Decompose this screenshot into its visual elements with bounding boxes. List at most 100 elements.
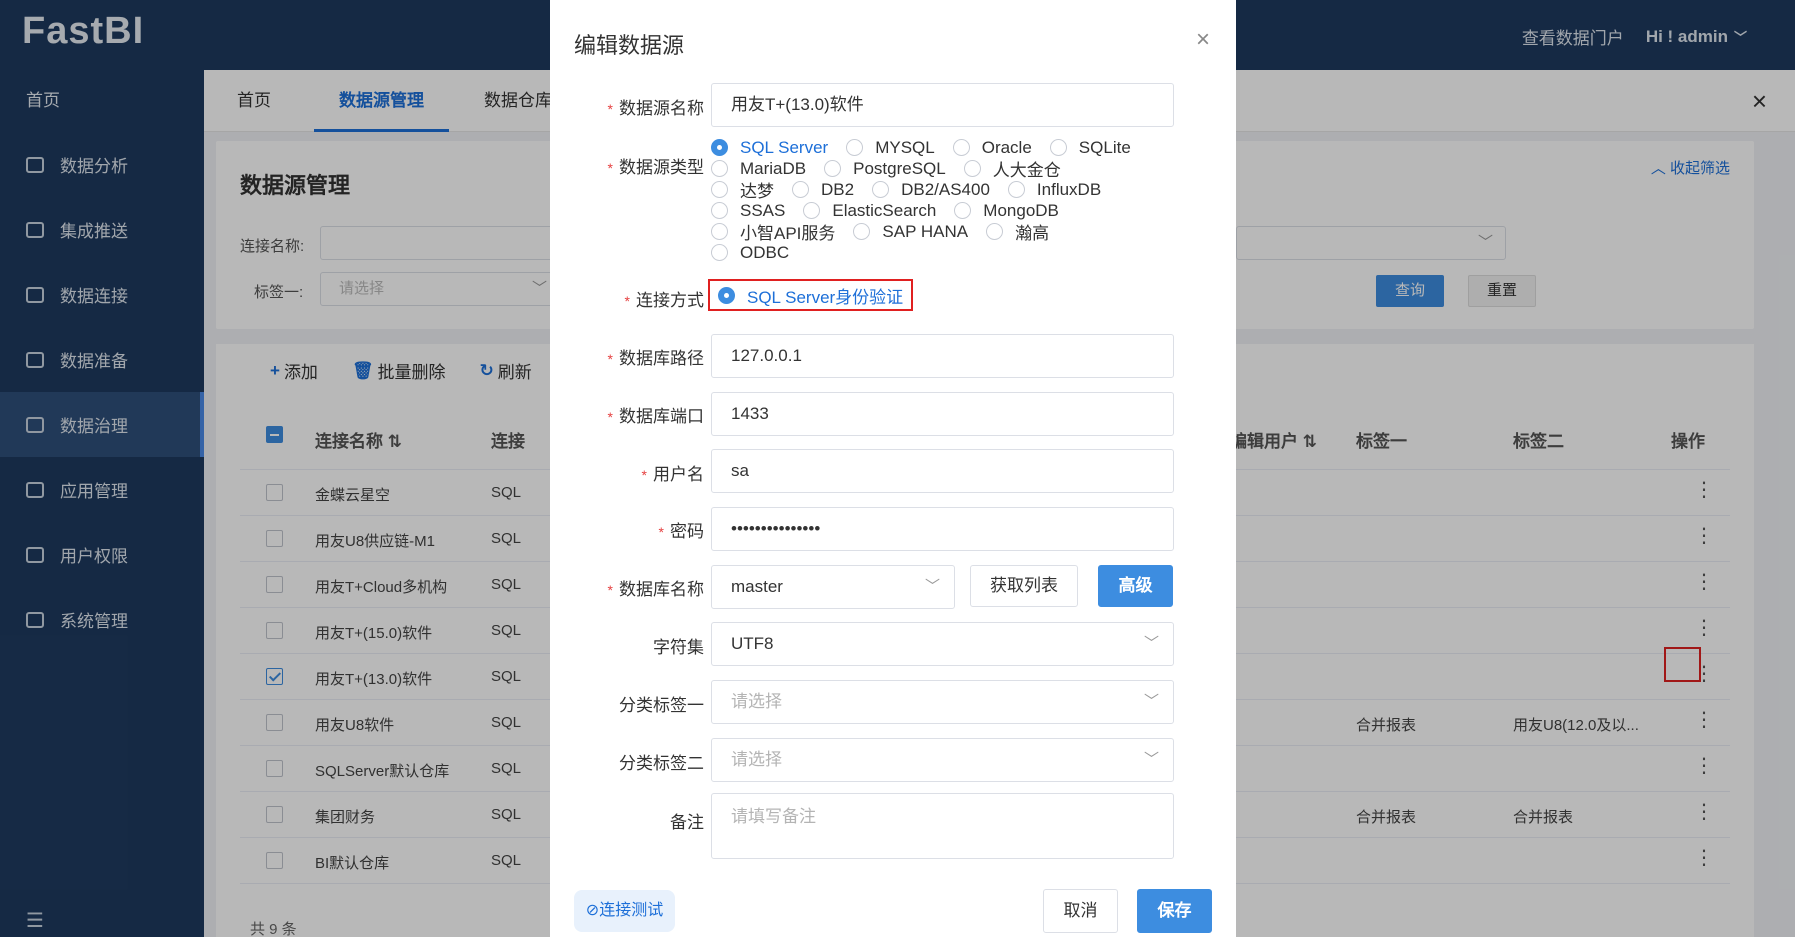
ds-type-option-label: MongoDB [983,200,1059,220]
radio-icon [711,244,728,261]
ds-type-option-label: MariaDB [740,158,807,178]
db-name-label: * 数据库名称 [607,580,704,599]
ds-type-option-label: DB2/AS400 [901,179,990,199]
ds-type-radio-option[interactable]: MariaDB [711,159,806,179]
advanced-button[interactable]: 高级 [1098,565,1173,607]
ds-type-option-label: PostgreSQL [853,158,946,178]
db-path-input[interactable]: 127.0.0.1 [711,334,1174,378]
ds-type-option-label: Oracle [981,137,1032,157]
ds-type-option-label: ODBC [740,242,790,262]
ds-type-option-label: InfluxDB [1036,179,1102,199]
cat-tag1-placeholder: 请选择 [731,692,782,711]
edit-datasource-dialog: 编辑数据源 × * 数据源名称 用友T+(13.0)软件 * 数据源类型 SQL S… [550,0,1236,937]
radio-icon [986,223,1004,240]
ds-name-label: * 数据源名称 [607,99,704,118]
radio-icon [1049,139,1067,156]
chevron-down-icon: ﹀ [924,578,940,595]
ds-type-option-label: SQL Server [740,137,829,157]
chevron-down-icon: ﹀ [1143,751,1159,768]
username-label: * 用户名 [641,465,704,484]
ds-type-option-label: 瀚高 [1015,224,1050,243]
charset-select[interactable]: UTF8 ﹀ [711,622,1174,666]
ds-type-option-label: ElasticSearch [832,200,937,220]
save-button[interactable]: 保存 [1137,889,1212,933]
ds-type-radio-option[interactable]: SQL Server [711,138,828,158]
ds-type-radio-option[interactable]: Oracle [952,137,1032,158]
ds-type-radio-row: SQL Server MYSQL Oracle SQLite [711,137,1181,158]
ds-type-option-label: 人大金仓 [992,161,1061,180]
ds-type-radio-row: MariaDB PostgreSQL 人大金仓 [711,156,1181,181]
ds-type-radio-option[interactable]: SSAS [711,201,785,221]
ds-type-radio-option[interactable]: 小智API服务 [711,219,835,244]
password-input[interactable]: ••••••••••••••• [711,507,1174,551]
radio-icon [963,160,981,177]
radio-icon [711,160,728,177]
radio-selected-icon [718,286,735,304]
ds-type-radio-option[interactable]: ElasticSearch [803,201,936,221]
radio-icon [872,181,890,198]
ds-type-radio-option[interactable]: MYSQL [846,138,935,158]
ds-type-option-label: DB2 [821,179,855,199]
ds-type-radio-row: ODBC [711,242,1181,263]
cancel-button[interactable]: 取消 [1043,889,1118,933]
username-input[interactable]: sa [711,449,1174,493]
cat-tag1-select[interactable]: 请选择 ﹀ [711,680,1174,724]
ds-type-radio-option[interactable]: 瀚高 [986,219,1049,244]
chevron-down-icon: ﹀ [1143,635,1159,652]
ds-type-radio-option[interactable]: InfluxDB [1007,179,1102,200]
ds-type-option-label: 小智API服务 [740,224,836,243]
ds-type-radio-option[interactable]: DB2/AS400 [872,180,990,200]
radio-icon [792,181,809,198]
ds-type-radio-row: 达梦 DB2 DB2/AS400 InfluxDB [711,177,1181,202]
radio-icon [711,139,728,156]
ds-type-radio-option[interactable]: MongoDB [954,201,1059,221]
link-icon: ⊘ [585,902,600,919]
cat-tag2-select[interactable]: 请选择 ﹀ [711,738,1174,782]
ds-type-radio-option[interactable]: 达梦 [711,177,774,202]
db-name-select[interactable]: master ﹀ [711,565,955,609]
conn-mode-label: * 连接方式 [624,291,704,310]
cat-tag2-placeholder: 请选择 [731,750,782,769]
ds-type-radio-option[interactable]: DB2 [792,180,854,200]
ds-type-radio-option[interactable]: PostgreSQL [824,159,946,179]
radio-icon [952,139,970,156]
ds-type-radio-row: SSAS ElasticSearch MongoDB [711,200,1181,221]
ds-type-option-label: SSAS [740,200,786,220]
ds-name-input[interactable]: 用友T+(13.0)软件 [711,83,1174,127]
db-port-input[interactable]: 1433 [711,392,1174,436]
ds-type-radio-row: 小智API服务 SAP HANA 瀚高 [711,219,1181,244]
ds-type-radio-option[interactable]: SAP HANA [853,222,968,242]
ds-type-option-label: 达梦 [740,182,774,201]
radio-icon [1007,181,1025,198]
dialog-title: 编辑数据源 [574,33,685,58]
ds-type-option-label: MYSQL [875,137,935,157]
db-name-value: master [731,577,783,596]
ds-type-option-label: SAP HANA [882,221,969,241]
remark-textarea[interactable]: 请填写备注 [711,793,1174,859]
ds-type-radio-option[interactable]: SQLite [1049,138,1131,158]
ds-type-radio-option[interactable]: 人大金仓 [963,156,1061,181]
charset-value: UTF8 [731,634,774,653]
conn-mode-option: SQL Server身份验证 [747,287,904,307]
remark-label: 备注 [670,813,704,832]
db-port-label: * 数据库端口 [607,407,704,426]
ds-type-radio-group: SQL Server MYSQL Oracle SQLite MariaDB Postgr… [711,137,1181,263]
password-label: * 密码 [658,522,704,541]
radio-icon [853,223,871,240]
db-path-label: * 数据库路径 [607,349,704,368]
connection-test-label: 连接测试 [599,902,664,919]
radio-icon [711,181,728,198]
radio-icon [711,223,728,240]
ds-type-label: * 数据源类型 [607,158,704,177]
cat-tag1-label: 分类标签一 [619,696,704,715]
cat-tag2-label: 分类标签二 [619,754,704,773]
chevron-down-icon: ﹀ [1143,693,1159,710]
radio-icon [824,160,842,177]
fetch-list-button[interactable]: 获取列表 [970,565,1078,607]
ds-type-radio-option[interactable]: ODBC [711,243,789,263]
connection-test-button[interactable]: ⊘连接测试 [574,890,675,932]
close-icon[interactable]: × [1196,26,1210,54]
radio-icon [846,139,864,156]
charset-label: 字符集 [653,638,704,657]
conn-mode-radio[interactable]: SQL Server身份验证 [708,279,914,311]
